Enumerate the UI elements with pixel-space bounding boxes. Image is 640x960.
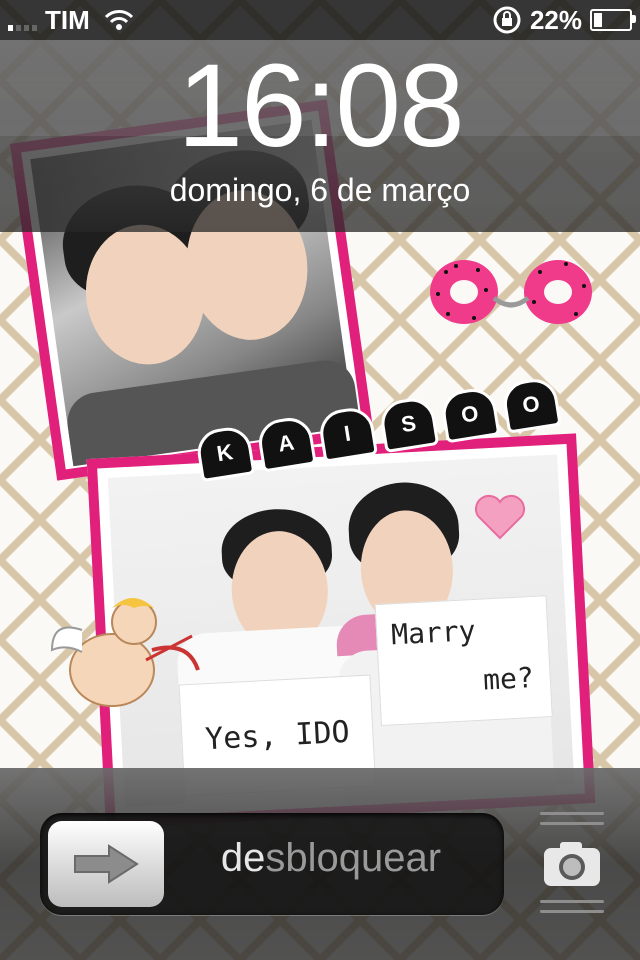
sign-left-text: Yes, IDO [204,714,351,757]
heart-letter: S [378,395,440,454]
heart-letter: K [194,424,256,483]
status-bar: TIM 22% [0,0,640,40]
lock-date: domingo, 6 de março [169,172,471,208]
camera-icon [544,842,600,886]
heart-letter: I [316,404,378,463]
handcuffs-icon [430,260,592,324]
wifi-icon [104,10,133,30]
arrow-right-icon [74,844,139,884]
lock-time: 16:08 [177,40,464,172]
unlock-label: desbloquear [166,836,496,881]
sign-marry-me: Marry me? [374,595,553,727]
heart-letter: O [439,385,501,444]
camera-grabber[interactable] [540,812,604,916]
heart-letter: A [255,414,317,473]
rotation-lock-icon [493,6,521,34]
battery-percent: 22% [529,4,582,35]
unlock-knob[interactable] [48,821,164,907]
sign-right-line2: me? [482,661,535,697]
battery-level [594,13,603,27]
unlock-label-rest: sbloquear [265,836,442,880]
cupid-icon [50,598,200,707]
unlock-label-highlight: de [220,836,266,880]
battery-icon [590,9,636,31]
heart-letter: O [500,375,562,434]
heart-icon [475,495,525,540]
sign-right-line1: Marry [390,613,477,652]
carrier-name: TIM [45,4,90,35]
signal-strength-icon [8,9,37,31]
